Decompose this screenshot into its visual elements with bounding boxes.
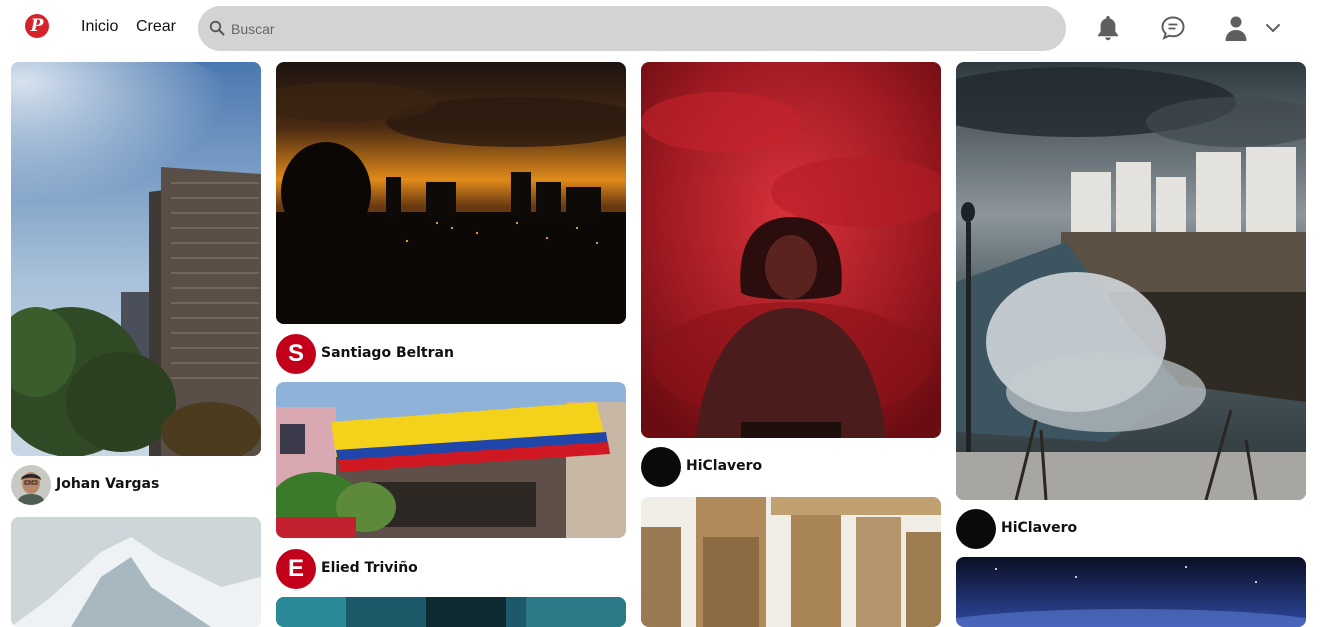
- nav-inicio-link[interactable]: Inicio: [81, 18, 118, 36]
- author-name: Elied Triviño: [321, 560, 418, 576]
- author-name: Johan Vargas: [56, 476, 160, 492]
- pin-image-red-sky-woman[interactable]: [641, 62, 941, 438]
- pin-author[interactable]: HiClavero: [641, 447, 931, 487]
- city-skyscraper-photo: [11, 62, 261, 456]
- top-navbar: P Inicio Crear: [0, 0, 1324, 56]
- avatar: S: [276, 334, 316, 374]
- pin-image-ocean-waves[interactable]: [276, 597, 626, 627]
- bell-icon[interactable]: [1095, 14, 1121, 42]
- pin-image-city-sunset[interactable]: [276, 62, 626, 324]
- pin-image-university-banner[interactable]: [276, 382, 626, 538]
- ocean-waves-photo: [276, 597, 626, 627]
- pin-image-coastal-waves-town[interactable]: [956, 62, 1306, 500]
- snowy-mountain-photo: [11, 517, 261, 627]
- pin-author[interactable]: S Santiago Beltran: [276, 334, 616, 374]
- search-icon: [209, 20, 225, 36]
- author-name: HiClavero: [686, 458, 763, 474]
- pin-image-snowy-mountain[interactable]: [11, 517, 261, 627]
- city-sunset-night-photo: [276, 62, 626, 324]
- night-sky-photo: [956, 557, 1306, 627]
- pin-image-city-skyscraper[interactable]: [11, 62, 261, 456]
- pin-author[interactable]: HiClavero: [956, 509, 1296, 549]
- pin-image-night-sky[interactable]: [956, 557, 1306, 627]
- chevron-down-icon[interactable]: [1262, 14, 1284, 42]
- red-sky-woman-photo: [641, 62, 941, 438]
- avatar: E: [276, 549, 316, 589]
- avatar: [956, 509, 996, 549]
- nav-crear-link[interactable]: Crear: [136, 18, 176, 36]
- avatar: [11, 465, 51, 505]
- logo-letter: P: [30, 16, 44, 36]
- search-bar[interactable]: [198, 6, 1066, 51]
- pinterest-logo-icon[interactable]: P: [25, 14, 49, 38]
- avatar: [641, 447, 681, 487]
- chat-icon[interactable]: [1160, 14, 1186, 42]
- university-banner-photo: [276, 382, 626, 538]
- user-icon[interactable]: [1223, 14, 1249, 42]
- search-input[interactable]: [231, 18, 1031, 40]
- pin-author[interactable]: E Elied Triviño: [276, 549, 616, 589]
- coastal-waves-town-photo: [956, 62, 1306, 500]
- author-name: HiClavero: [1001, 520, 1078, 536]
- profile-photo: [11, 465, 51, 505]
- author-name: Santiago Beltran: [321, 345, 454, 361]
- pin-author[interactable]: Johan Vargas: [11, 465, 251, 505]
